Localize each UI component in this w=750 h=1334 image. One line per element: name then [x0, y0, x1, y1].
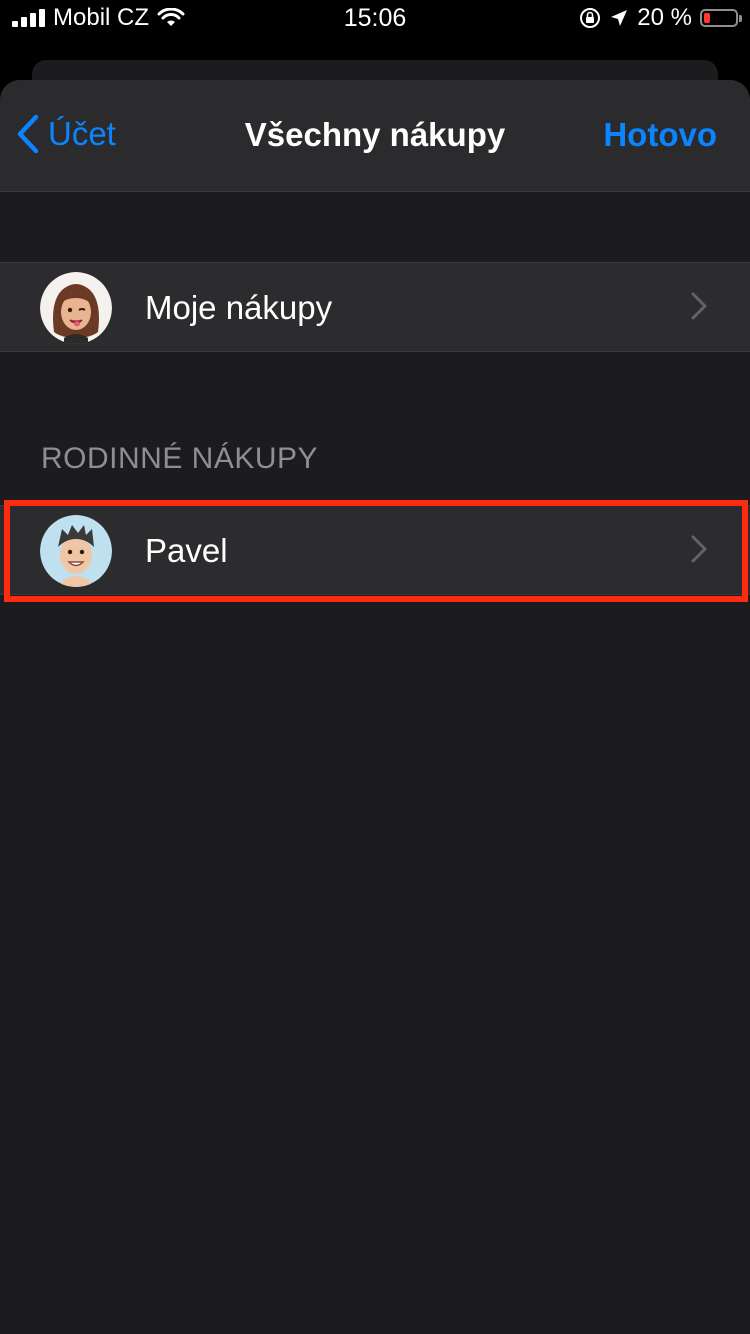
- avatar: [40, 272, 112, 344]
- location-icon: [611, 10, 628, 26]
- family-member-label: Pavel: [145, 532, 228, 569]
- avatar: [40, 515, 112, 587]
- battery-cap: [739, 15, 742, 22]
- battery-icon: [700, 9, 742, 27]
- battery-level: [704, 13, 710, 23]
- family-member-row[interactable]: Pavel: [0, 506, 750, 594]
- my-purchases-group: Moje nákupy: [0, 262, 750, 352]
- memoji-male-avatar-icon: [40, 515, 112, 587]
- memoji-female-avatar-icon: [40, 272, 112, 344]
- chevron-right-icon: [691, 292, 707, 320]
- done-button[interactable]: Hotovo: [603, 116, 717, 154]
- orientation-lock-icon: [580, 8, 601, 28]
- my-purchases-label: Moje nákupy: [145, 289, 333, 326]
- status-bar: Mobil CZ 15:06 20 %: [0, 0, 750, 40]
- family-purchases-header: RODINNÉ NÁKUPY: [41, 442, 319, 475]
- purchases-sheet: Účet Všechny nákupy Hotovo Moje nákupy R…: [0, 80, 750, 1334]
- chevron-right-icon: [691, 535, 707, 563]
- family-purchases-group: Pavel: [0, 505, 750, 595]
- my-purchases-row[interactable]: Moje nákupy: [0, 263, 750, 351]
- status-right: 20 %: [579, 4, 742, 32]
- battery-percent: 20 %: [637, 4, 692, 31]
- screen: Mobil CZ 15:06 20 % Účet Všechny nákupy …: [0, 0, 750, 1334]
- navigation-bar: Účet Všechny nákupy Hotovo: [0, 80, 750, 192]
